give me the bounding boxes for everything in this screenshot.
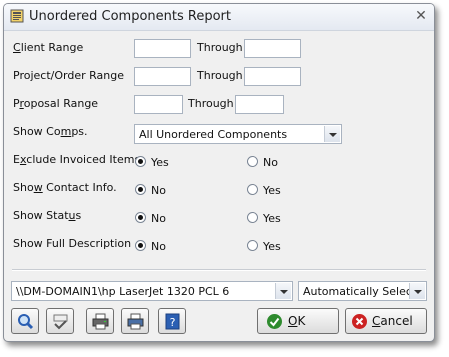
show-status-no-label: No — [151, 212, 166, 225]
project-through-label: Through — [197, 69, 243, 82]
exclude-invoiced-yes-label: Yes — [151, 156, 169, 169]
ok-label: OK — [288, 314, 306, 328]
show-status-yes-radio[interactable] — [247, 212, 258, 223]
show-full-description-no-radio[interactable] — [135, 240, 146, 251]
abc-check-icon — [53, 314, 68, 330]
cancel-x-icon — [352, 314, 367, 329]
show-contact-no-radio[interactable] — [135, 184, 146, 195]
chevron-down-icon[interactable] — [409, 283, 425, 299]
printer-setup-icon — [127, 313, 144, 330]
proposal-range-label: Proposal Range — [13, 97, 99, 110]
show-status-no-radio[interactable] — [135, 212, 146, 223]
show-full-description-label: Show Full Description — [13, 237, 132, 250]
report-app-icon — [10, 9, 24, 23]
printer-select[interactable]: \\DM-DOMAIN1\hp LaserJet 1320 PCL 6 — [11, 281, 293, 301]
cancel-label: Cancel — [372, 314, 413, 328]
project-order-range-label: Project/Order Range — [13, 69, 124, 82]
show-comps-select[interactable]: All Unordered Components — [134, 124, 342, 144]
paper-tray-select[interactable]: Automatically Select — [298, 281, 427, 301]
ok-button[interactable]: OK — [257, 308, 339, 334]
exclude-invoiced-no-label: No — [263, 156, 278, 169]
client-range-to-input[interactable] — [244, 39, 301, 58]
show-contact-yes-label: Yes — [263, 184, 281, 197]
printer-value: \\DM-DOMAIN1\hp LaserJet 1320 PCL 6 — [16, 285, 230, 298]
client-range-from-input[interactable] — [134, 39, 191, 58]
chevron-down-icon[interactable] — [275, 283, 291, 299]
client-range-label: Client Range — [13, 41, 84, 54]
show-comps-label: Show Comps. — [13, 125, 88, 138]
show-contact-no-label: No — [151, 184, 166, 197]
exclude-invoiced-yes-radio[interactable] — [135, 156, 146, 167]
cancel-button[interactable]: Cancel — [345, 308, 427, 334]
paper-tray-value: Automatically Select — [303, 285, 417, 298]
window-title: Unordered Components Report — [29, 9, 231, 24]
svg-text:?: ? — [170, 316, 176, 329]
exclude-invoiced-label: Exclude Invoiced Items — [13, 153, 141, 166]
proposal-range-to-input[interactable] — [235, 95, 284, 114]
exclude-invoiced-no-radio[interactable] — [247, 156, 258, 167]
chevron-down-icon[interactable] — [324, 126, 340, 142]
show-status-label: Show Status — [13, 209, 82, 222]
show-full-description-yes-label: Yes — [263, 240, 281, 253]
help-button[interactable]: ? — [158, 308, 186, 334]
printer-icon — [92, 313, 109, 330]
proposal-range-from-input[interactable] — [134, 95, 183, 114]
magnifier-icon — [18, 314, 34, 330]
preview-button[interactable] — [11, 308, 39, 334]
show-full-description-yes-radio[interactable] — [247, 240, 258, 251]
separator — [12, 269, 426, 271]
show-comps-value: All Unordered Components — [139, 128, 288, 141]
report-dialog: Unordered Components Report ✕ Client Ran… — [3, 3, 435, 342]
show-status-yes-label: Yes — [263, 212, 281, 225]
project-range-from-input[interactable] — [134, 67, 191, 86]
show-contact-label: Show Contact Info. — [13, 181, 117, 194]
close-icon[interactable]: ✕ — [412, 7, 430, 25]
show-contact-yes-radio[interactable] — [247, 184, 258, 195]
project-range-to-input[interactable] — [244, 67, 301, 86]
title-bar: Unordered Components Report ✕ — [4, 4, 434, 31]
proposal-through-label: Through — [188, 97, 234, 110]
print-button[interactable] — [86, 308, 114, 334]
spell-check-button[interactable] — [46, 308, 74, 334]
print-setup-button[interactable] — [121, 308, 149, 334]
check-icon — [267, 314, 282, 329]
client-through-label: Through — [197, 41, 243, 54]
help-icon: ? — [165, 313, 180, 330]
show-full-description-no-label: No — [151, 240, 166, 253]
